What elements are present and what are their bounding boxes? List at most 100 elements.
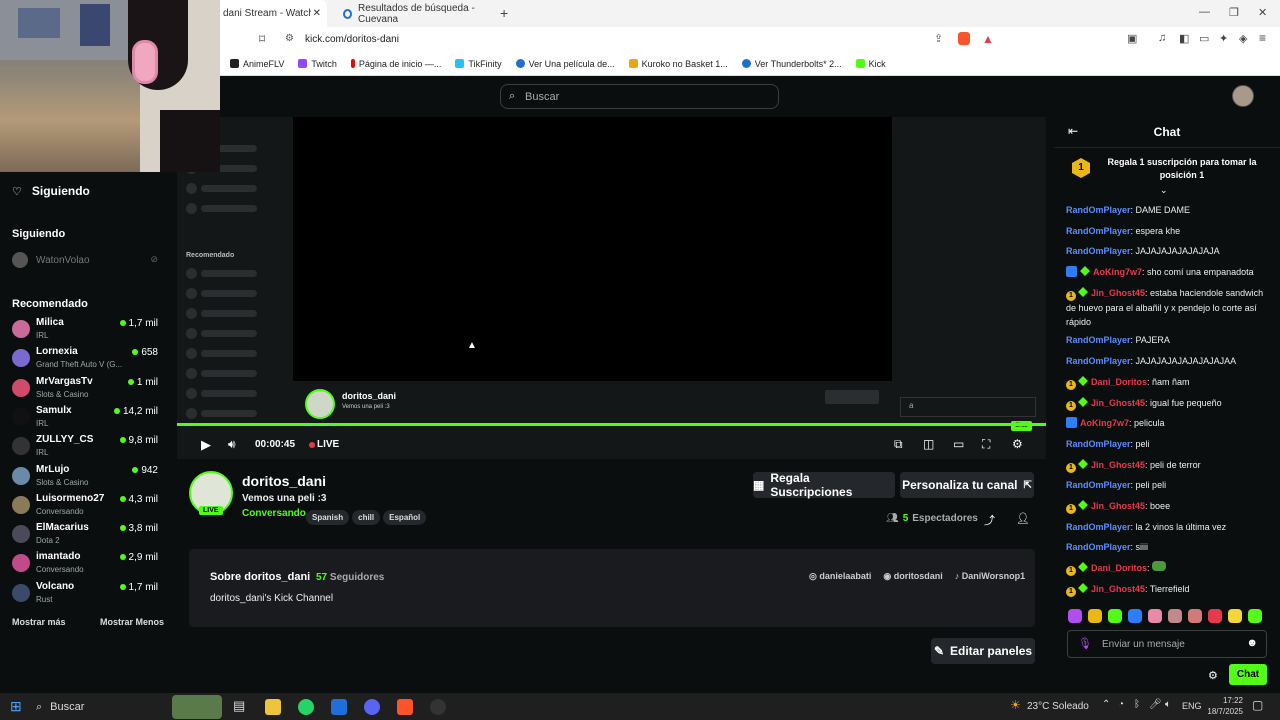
chat-username[interactable]: Dani_Doritos bbox=[1091, 563, 1147, 573]
share-icon[interactable]: ⤴ bbox=[984, 512, 995, 528]
chat-username[interactable]: AoKing7w7 bbox=[1093, 267, 1142, 277]
tag[interactable]: Español bbox=[383, 510, 427, 525]
sidebar-streamer-item[interactable]: imantado Conversando 2,9 mil bbox=[12, 551, 160, 579]
volume-icon[interactable]: 🔊︎ bbox=[228, 437, 236, 452]
discord-link[interactable]: ◉ doritosdani bbox=[883, 571, 942, 582]
gift-subs-button[interactable]: ▦ Regala Suscripciones bbox=[753, 471, 895, 499]
emote-icon[interactable] bbox=[1208, 609, 1222, 623]
tab-kick-stream[interactable]: dani Stream - Watch Live ✕ bbox=[215, 0, 327, 27]
theater-icon[interactable]: ▭ bbox=[953, 437, 964, 451]
emoji-icon[interactable]: ☻ bbox=[1246, 637, 1258, 649]
bookmark-cuevana-movie[interactable]: Ver Una película de... bbox=[515, 59, 615, 69]
chat-username[interactable]: RandOmPlayer bbox=[1066, 205, 1131, 215]
bookmark-animeflv[interactable]: AnimeFLV bbox=[230, 59, 284, 69]
chat-settings-icon[interactable]: ⚙ bbox=[1208, 669, 1218, 682]
media-icon[interactable]: ♫ bbox=[1158, 32, 1166, 44]
obs-icon[interactable] bbox=[430, 699, 446, 715]
chat-username[interactable]: RandOmPlayer bbox=[1066, 335, 1131, 345]
menu-icon[interactable]: ≡ bbox=[1259, 31, 1266, 45]
microphone-icon[interactable]: 🎙︎ bbox=[1078, 637, 1092, 650]
bookmark-kuroko[interactable]: Kuroko no Basket 1... bbox=[628, 59, 728, 69]
following-header[interactable]: ♡ Siguiendo bbox=[12, 184, 90, 198]
bookmark-thunderbolts[interactable]: Ver Thunderbolts* 2... bbox=[741, 59, 842, 69]
sidebar-streamer-item[interactable]: ElMacarius Dota 2 3,8 mil bbox=[12, 522, 160, 550]
tray-chevron-icon[interactable]: ⌃ bbox=[1102, 699, 1110, 710]
chat-input[interactable]: 🎙︎ Enviar un mensaje ☻ bbox=[1067, 630, 1267, 658]
tiktok-link[interactable]: ♪ DaniWorsnop1 bbox=[955, 571, 1025, 582]
emote-icon[interactable] bbox=[1068, 609, 1082, 623]
share-icon[interactable]: ⇪ bbox=[934, 32, 943, 45]
minimize-icon[interactable]: — bbox=[1199, 6, 1210, 18]
taskbar-search[interactable]: ⌕ Buscar bbox=[36, 697, 186, 717]
sidebar-streamer-item[interactable]: Luisormeno27 Conversando 4,3 mil bbox=[12, 493, 160, 521]
tag[interactable]: chill bbox=[352, 510, 381, 525]
bookmark-tikfinity[interactable]: TikFinity bbox=[455, 59, 502, 69]
store-icon[interactable] bbox=[331, 699, 347, 715]
chat-username[interactable]: RandOmPlayer bbox=[1066, 356, 1131, 366]
gift-leaderboard-text[interactable]: Regala 1 suscripción para tomar la posic… bbox=[1104, 156, 1260, 182]
url-field[interactable]: kick.com/doritos-dani bbox=[305, 34, 399, 45]
instagram-link[interactable]: ◎ danielaabati bbox=[809, 571, 871, 582]
user-avatar[interactable] bbox=[1232, 85, 1254, 107]
sidebar-streamer-item[interactable]: MrLujo Slots & Casino 942 bbox=[12, 464, 160, 492]
emote-icon[interactable] bbox=[1248, 609, 1262, 623]
clip-icon[interactable]: ⧉ bbox=[894, 437, 903, 452]
task-view-icon[interactable]: ▤ bbox=[233, 698, 245, 714]
sidebar-streamer-item[interactable]: Milica IRL 1,7 mil bbox=[12, 317, 160, 345]
video-screen[interactable] bbox=[293, 117, 892, 381]
sidebar-streamer-item[interactable]: ZULLYY_CS IRL 9,8 mil bbox=[12, 434, 160, 462]
volume-icon[interactable]: 🔈︎ bbox=[1165, 699, 1171, 710]
reader-icon[interactable]: ◧ bbox=[1179, 32, 1189, 45]
streamer-name[interactable]: doritos_dani bbox=[242, 473, 326, 489]
play-icon[interactable]: ▶ bbox=[201, 437, 211, 453]
chat-username[interactable]: RandOmPlayer bbox=[1066, 226, 1131, 236]
new-tab-icon[interactable]: + bbox=[500, 5, 508, 21]
emote-icon[interactable] bbox=[1148, 609, 1162, 623]
close-window-icon[interactable]: ✕ bbox=[1258, 6, 1267, 19]
tag[interactable]: Spanish bbox=[306, 510, 350, 525]
emote-icon[interactable] bbox=[1128, 609, 1142, 623]
edit-panels-button[interactable]: ✎ Editar paneles bbox=[931, 638, 1035, 664]
chat-username[interactable]: Jin_Ghost45 bbox=[1091, 398, 1145, 408]
language-indicator[interactable]: ENG bbox=[1182, 701, 1202, 711]
bookmark-icon[interactable]: ⌑ bbox=[259, 32, 265, 46]
customize-channel-button[interactable]: Personaliza tu canal ⇱ bbox=[900, 472, 1034, 498]
chat-username[interactable]: RandOmPlayer bbox=[1066, 480, 1131, 490]
show-more-link[interactable]: Mostrar más bbox=[12, 617, 66, 627]
restore-icon[interactable]: ❐ bbox=[1229, 6, 1239, 19]
pip-icon[interactable]: ◫ bbox=[923, 437, 934, 451]
leo-ai-icon[interactable]: ✦ bbox=[1219, 32, 1228, 45]
tab-cuevana[interactable]: Resultados de búsqueda - Cuevana bbox=[335, 0, 500, 27]
chat-username[interactable]: RandOmPlayer bbox=[1066, 246, 1131, 256]
emote-icon[interactable] bbox=[1088, 609, 1102, 623]
bookmark-netflix[interactable]: Página de inicio —... bbox=[350, 59, 441, 69]
emote-icon[interactable] bbox=[1168, 609, 1182, 623]
chat-username[interactable]: Jin_Ghost45 bbox=[1091, 501, 1145, 511]
discord-icon[interactable] bbox=[364, 699, 380, 715]
tray-mic-icon[interactable]: 🎤︎ bbox=[1149, 699, 1162, 710]
chat-username[interactable]: RandOmPlayer bbox=[1066, 542, 1131, 552]
emote-icon[interactable] bbox=[1228, 609, 1242, 623]
tray-bluetooth-icon[interactable]: ᛒ bbox=[1134, 699, 1140, 710]
stream-category[interactable]: Conversando bbox=[242, 508, 306, 519]
follow-user-icon[interactable]: 👤︎ bbox=[1016, 512, 1030, 525]
chat-username[interactable]: Dani_Doritos bbox=[1091, 377, 1147, 387]
chat-username[interactable]: Jin_Ghost45 bbox=[1091, 288, 1145, 298]
widgets-icon[interactable] bbox=[172, 695, 222, 719]
fullscreen-icon[interactable]: ⛶ bbox=[982, 437, 990, 452]
sidebar-streamer-item[interactable]: Lornexia Grand Theft Auto V (G... 658 bbox=[12, 346, 160, 374]
sidebar-streamer-item[interactable]: MrVargasTv Slots & Casino 1 mil bbox=[12, 376, 160, 404]
show-less-link[interactable]: Mostrar Menos bbox=[100, 617, 164, 627]
video-player[interactable]: Recomendado ▲ doritos_dani Vemos una pel… bbox=[177, 117, 1046, 459]
chat-username[interactable]: AoKing7w7 bbox=[1080, 418, 1129, 428]
site-info-icon[interactable]: ⚙ bbox=[285, 33, 294, 44]
tray-network-icon[interactable]: ◔ bbox=[1118, 699, 1124, 710]
file-explorer-icon[interactable] bbox=[265, 699, 281, 715]
close-tab-icon[interactable]: ✕ bbox=[313, 8, 321, 19]
brave-icon[interactable] bbox=[397, 699, 413, 715]
windows-start-icon[interactable]: ⊞ bbox=[10, 698, 22, 715]
notifications-icon[interactable]: ▢ bbox=[1252, 698, 1263, 712]
bookmark-twitch[interactable]: Twitch bbox=[298, 59, 337, 69]
chat-username[interactable]: RandOmPlayer bbox=[1066, 439, 1131, 449]
emote-icon[interactable] bbox=[1108, 609, 1122, 623]
